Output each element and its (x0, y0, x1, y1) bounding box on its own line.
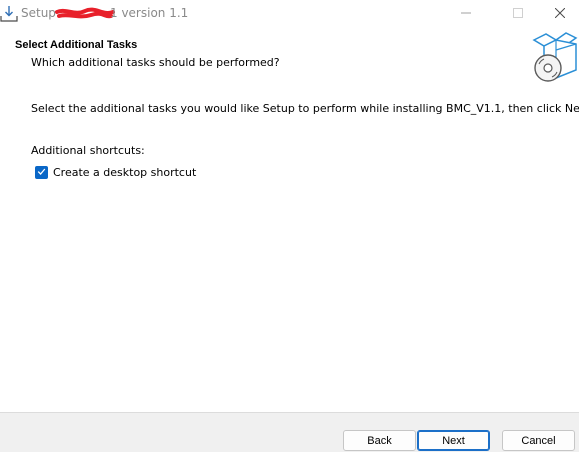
back-button[interactable]: Back (343, 430, 416, 451)
desktop-shortcut-checkbox[interactable] (35, 165, 48, 179)
maximize-icon (513, 7, 523, 21)
minimize-button[interactable] (443, 0, 489, 28)
page-title: Select Additional Tasks (15, 39, 138, 51)
installer-download-icon (0, 5, 18, 23)
setup-window: Setup 1 version 1.1 Select Additional Ta (0, 0, 579, 452)
maximize-button[interactable] (495, 0, 541, 28)
close-button[interactable] (540, 0, 579, 28)
wizard-body: Select the additional tasks you would li… (0, 88, 579, 412)
page-subtitle: Which additional tasks should be perform… (31, 56, 280, 69)
shortcuts-group-label: Additional shortcuts: (31, 144, 145, 157)
window-title-prefix: Setup (21, 6, 56, 20)
minimize-icon (461, 8, 471, 21)
software-box-disc-icon (528, 30, 578, 84)
cancel-button[interactable]: Cancel (502, 430, 575, 451)
next-button[interactable]: Next (417, 430, 490, 451)
instruction-text: Select the additional tasks you would li… (31, 102, 579, 115)
desktop-shortcut-label[interactable]: Create a desktop shortcut (53, 166, 196, 179)
task-desktop-shortcut[interactable]: Create a desktop shortcut (35, 164, 196, 180)
checkmark-icon (37, 166, 46, 179)
wizard-header: Select Additional Tasks Which additional… (0, 28, 579, 88)
redaction-mark (55, 7, 115, 21)
title-bar[interactable]: Setup 1 version 1.1 (0, 0, 579, 28)
window-title-suffix: 1 version 1.1 (110, 6, 189, 20)
wizard-footer: Back Next Cancel (0, 412, 579, 452)
close-icon (554, 7, 565, 21)
